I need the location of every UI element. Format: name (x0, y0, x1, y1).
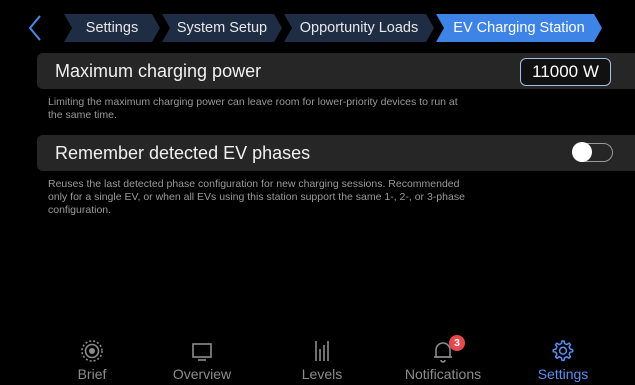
nav-label-overview: Overview (172, 366, 232, 382)
max-charging-power-row: Maximum charging power 11000 W (37, 53, 635, 89)
nav-item-notifications[interactable]: 3 Notifications (393, 335, 493, 385)
chevron-left-icon (28, 15, 41, 41)
breadcrumb-label: EV Charging Station (453, 20, 585, 36)
remember-phases-description: Reuses the last detected phase configura… (48, 178, 465, 216)
toggle-knob (572, 142, 592, 162)
remember-phases-label: Remember detected EV phases (55, 143, 311, 163)
nav-label-notifications: Notifications (404, 366, 482, 382)
breadcrumb-item-opportunity-loads[interactable]: Opportunity Loads (284, 14, 434, 42)
nav-item-brief[interactable]: Brief (42, 335, 142, 385)
breadcrumb-item-system-setup[interactable]: System Setup (162, 14, 282, 42)
breadcrumb-label: Settings (85, 20, 139, 36)
notification-badge: 3 (449, 335, 465, 351)
back-button[interactable] (22, 13, 48, 43)
gear-icon (552, 340, 574, 362)
breadcrumb-item-ev-charging-station[interactable]: EV Charging Station (436, 14, 602, 42)
levels-icon (315, 341, 329, 361)
breadcrumb-label: Opportunity Loads (299, 20, 419, 36)
breadcrumb-item-settings[interactable]: Settings (64, 14, 160, 42)
nav-item-levels[interactable]: Levels (272, 335, 372, 385)
nav-label-brief: Brief (77, 366, 107, 382)
nav-label-settings: Settings (537, 366, 589, 382)
max-charging-power-description: Limiting the maximum charging power can … (48, 96, 458, 121)
nav-item-overview[interactable]: Overview (152, 335, 252, 385)
max-charging-power-label: Maximum charging power (55, 61, 262, 81)
breadcrumb: Settings System Setup Opportunity Loads … (22, 13, 613, 43)
overview-icon (192, 343, 212, 361)
nav-item-settings[interactable]: Settings (513, 335, 613, 385)
breadcrumb-label: System Setup (176, 20, 268, 36)
brief-icon (81, 340, 103, 362)
remember-phases-row: Remember detected EV phases (37, 135, 635, 171)
bottom-navigation: Brief Overview Levels 3 Notifications Se… (0, 335, 635, 385)
nav-label-levels: Levels (301, 366, 343, 382)
max-charging-power-input[interactable]: 11000 W (520, 58, 611, 86)
remember-phases-toggle[interactable] (572, 142, 613, 162)
